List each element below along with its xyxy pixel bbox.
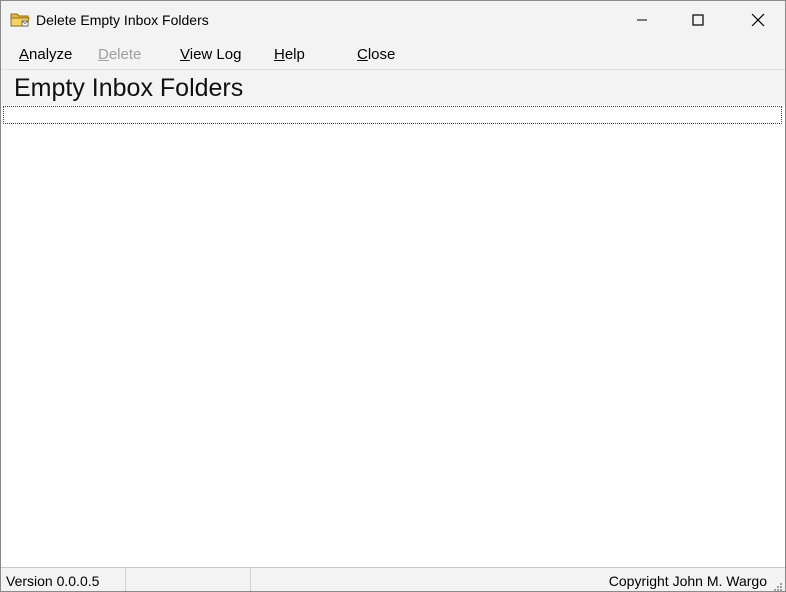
minimize-icon: [637, 19, 647, 20]
menu-delete-accelerator: D: [98, 46, 109, 63]
folder-icon: [10, 11, 30, 28]
maximize-icon: [692, 13, 704, 26]
menu-analyze[interactable]: Analyze: [19, 46, 72, 63]
menu-analyze-accelerator: A: [19, 46, 30, 63]
menu-bar: Analyze Delete View Log Help Close: [1, 38, 785, 70]
menu-help-label: elp: [284, 46, 305, 63]
menu-help-accelerator: H: [274, 46, 285, 63]
app-window: Delete Empty Inbox Folders Analyze Delet…: [0, 0, 786, 592]
menu-view-log-accelerator: V: [180, 46, 190, 63]
menu-delete-label: elete: [108, 46, 142, 63]
copyright-label: Copyright John M. Wargo: [608, 573, 767, 589]
resize-grip-icon[interactable]: [772, 578, 782, 591]
page-title: Empty Inbox Folders: [14, 74, 244, 102]
title-bar[interactable]: Delete Empty Inbox Folders: [1, 1, 785, 38]
window-title: Delete Empty Inbox Folders: [36, 12, 209, 28]
menu-close[interactable]: Close: [357, 46, 395, 63]
status-panel-version: Version 0.0.0.5: [1, 568, 126, 591]
minimize-button[interactable]: [619, 1, 665, 38]
folder-list[interactable]: [1, 105, 785, 567]
menu-close-label: lose: [367, 46, 396, 63]
menu-delete[interactable]: Delete: [98, 46, 141, 63]
menu-help[interactable]: Help: [274, 46, 305, 63]
page-header: Empty Inbox Folders: [1, 70, 785, 107]
menu-analyze-label: nalyze: [29, 46, 73, 63]
status-panel-empty: [126, 568, 251, 591]
close-icon: [751, 13, 765, 26]
maximize-button[interactable]: [675, 1, 721, 38]
version-label: Version 0.0.0.5: [6, 573, 100, 589]
list-focus-row[interactable]: [3, 106, 782, 124]
menu-view-log-label: iew Log: [189, 46, 242, 63]
close-window-button[interactable]: [735, 1, 781, 38]
menu-view-log[interactable]: View Log: [180, 46, 241, 63]
menu-close-accelerator: C: [357, 46, 368, 63]
status-bar: Version 0.0.0.5 Copyright John M. Wargo: [1, 567, 785, 591]
